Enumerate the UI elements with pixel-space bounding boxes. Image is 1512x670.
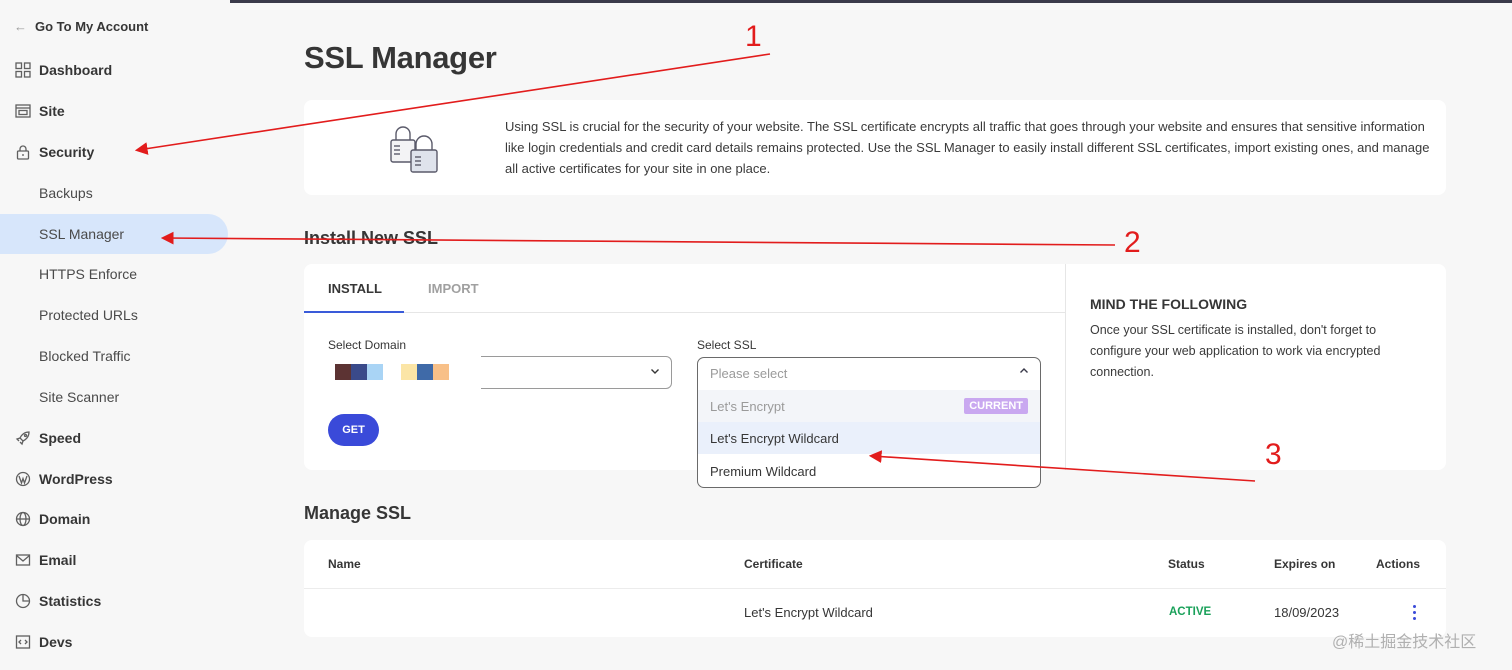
watermark: @稀土掘金技术社区 — [1332, 634, 1477, 651]
annotation-1: 1 — [745, 20, 762, 53]
annotation-arrows — [134, 53, 1256, 482]
annotation-2: 2 — [1124, 226, 1141, 259]
annotation-3: 3 — [1265, 438, 1282, 471]
